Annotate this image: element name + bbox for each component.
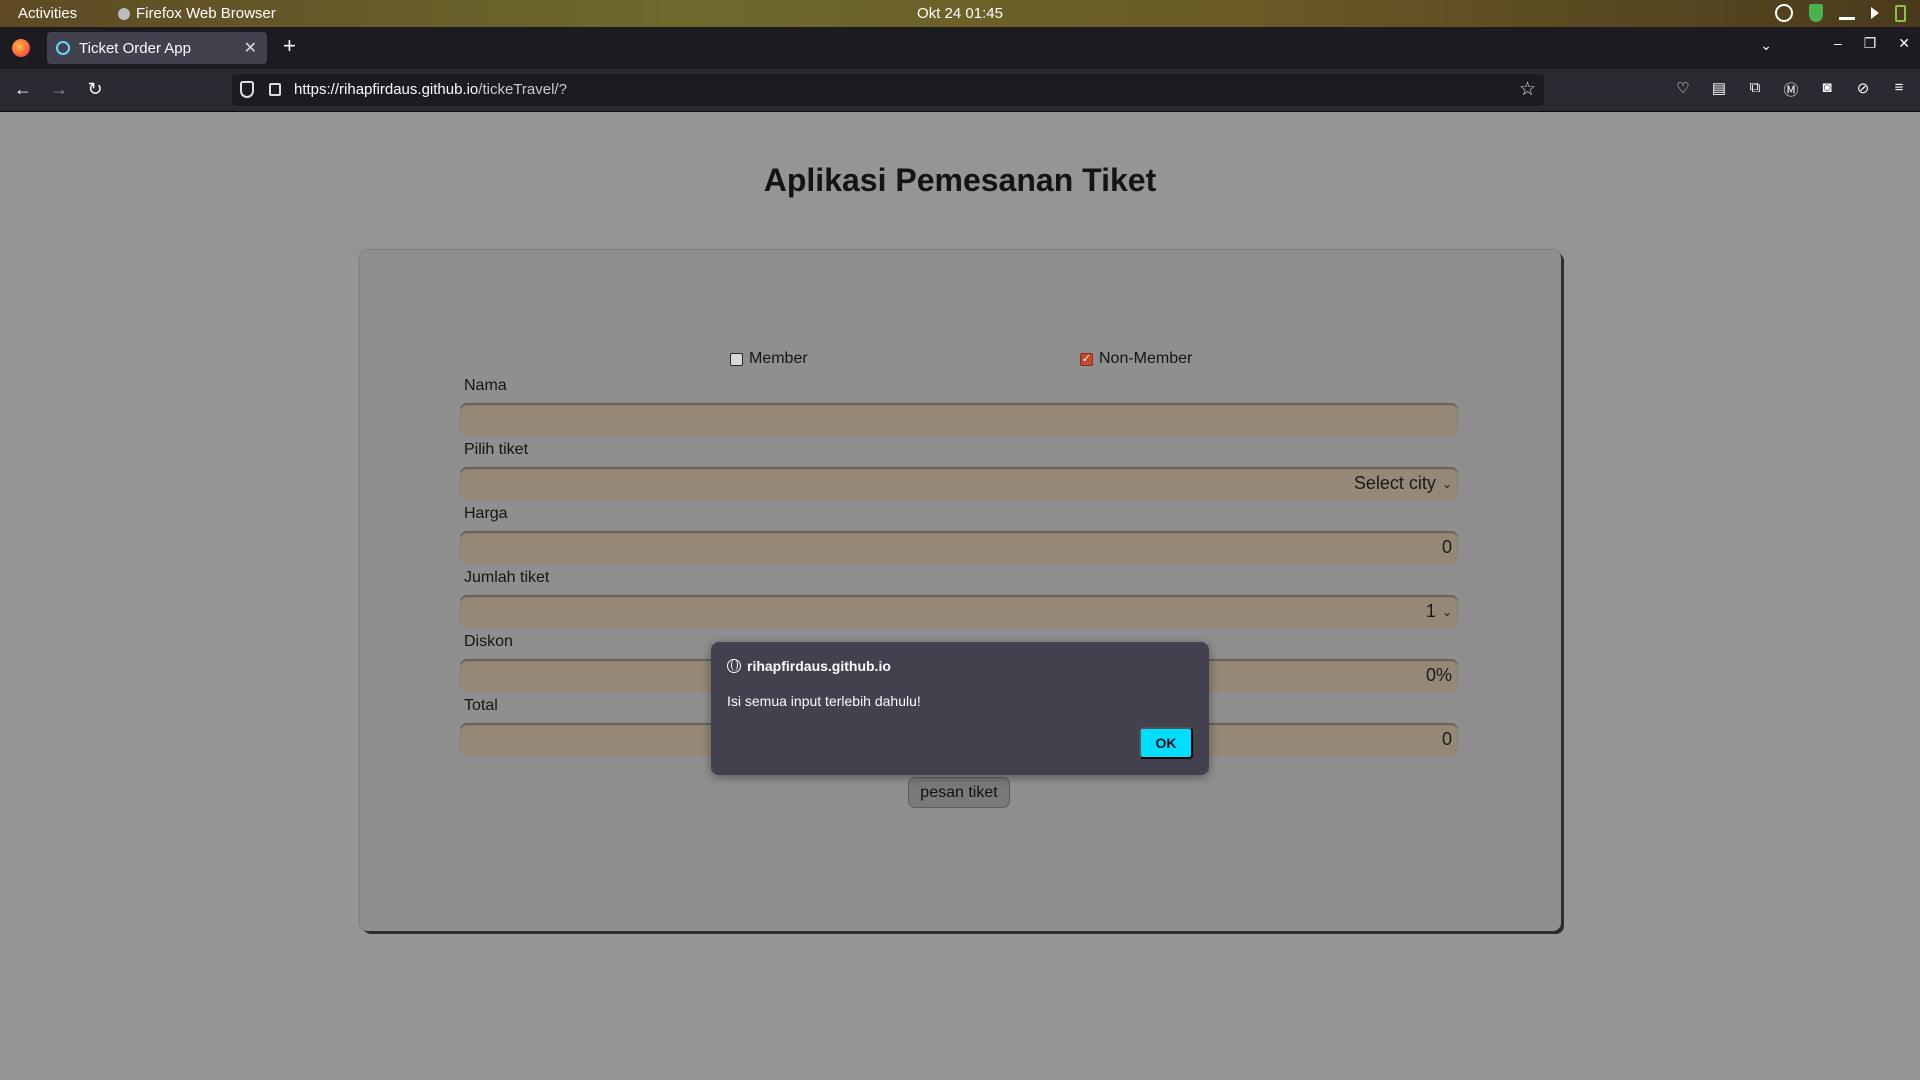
tab-ticket-order-app[interactable]: Ticket Order App ✕ xyxy=(47,32,267,64)
jumlah-tiket-value: 1 xyxy=(1425,601,1436,621)
chevron-down-icon: ⌄ xyxy=(1441,476,1452,491)
non-member-checkbox[interactable]: ✓ Non-Member xyxy=(1080,350,1192,368)
non-member-checkbox-label: Non-Member xyxy=(1099,350,1193,367)
alert-dialog: rihapfirdaus.github.io Isi semua input t… xyxy=(711,642,1209,775)
hamburger-menu-icon[interactable]: ≡ xyxy=(1890,79,1908,100)
shield-icon[interactable] xyxy=(1809,4,1823,22)
jumlah-tiket-select[interactable]: 1 ⌄ xyxy=(460,595,1458,628)
compass-extension-icon[interactable]: ⊘ xyxy=(1854,79,1872,100)
jumlah-tiket-label: Jumlah tiket xyxy=(464,569,550,586)
toolbar-icons: ♡ ▤ ⧉ Ⓜ ◙ ⊘ ≡ xyxy=(1674,79,1908,100)
app-menu[interactable]: Firefox Web Browser xyxy=(118,5,276,22)
volume-icon[interactable] xyxy=(1871,7,1879,19)
network-icon[interactable] xyxy=(1839,6,1855,20)
restore-icon[interactable]: ❐ xyxy=(1864,35,1877,52)
dialog-message: Isi semua input terlebih dahulu! xyxy=(727,693,921,709)
close-window-icon[interactable]: ✕ xyxy=(1898,35,1910,52)
dialog-origin: rihapfirdaus.github.io xyxy=(747,658,891,674)
pocket-icon[interactable]: ♡ xyxy=(1674,79,1692,100)
list-all-tabs-chevron-icon[interactable]: ⌄ xyxy=(1760,37,1772,54)
app-name: Firefox Web Browser xyxy=(136,5,276,22)
url-host: https://rihapfirdaus.github.io xyxy=(294,81,479,98)
m-extension-icon[interactable]: Ⓜ xyxy=(1782,79,1800,100)
dialog-header: rihapfirdaus.github.io xyxy=(727,658,891,674)
harga-field[interactable]: 0 xyxy=(460,531,1458,564)
tab-title: Ticket Order App xyxy=(79,39,191,57)
system-tray[interactable] xyxy=(1775,4,1906,22)
minimize-icon[interactable]: – xyxy=(1834,35,1842,52)
harga-label: Harga xyxy=(464,505,508,522)
clock[interactable]: Okt 24 01:45 xyxy=(0,5,1920,22)
diskon-label: Diskon xyxy=(464,633,513,650)
battery-icon[interactable] xyxy=(1895,4,1906,22)
navigation-toolbar: ← → ↻ https://rihapfirdaus.github.io/tic… xyxy=(0,69,1920,112)
url-text[interactable]: https://rihapfirdaus.github.io/tickeTrav… xyxy=(294,81,567,98)
nama-input[interactable] xyxy=(460,403,1458,436)
firefox-app-icon xyxy=(118,7,130,20)
non-member-checkbox-box[interactable]: ✓ xyxy=(1080,352,1093,366)
url-bar[interactable]: https://rihapfirdaus.github.io/tickeTrav… xyxy=(232,74,1544,106)
tracking-protection-shield-icon[interactable] xyxy=(240,81,254,98)
system-top-bar: Activities Firefox Web Browser Okt 24 01… xyxy=(0,0,1920,27)
forward-arrow-icon[interactable]: → xyxy=(48,79,70,99)
ok-button[interactable]: OK xyxy=(1139,727,1193,759)
pilih-tiket-select[interactable]: Select city ⌄ xyxy=(460,467,1458,500)
pilih-tiket-label: Pilih tiket xyxy=(464,441,529,458)
react-favicon-icon xyxy=(56,41,70,55)
page-title: Aplikasi Pemesanan Tiket xyxy=(763,162,1157,198)
order-form-card: Member ✓ Non-Member Nama Pilih tiket Sel… xyxy=(360,250,1561,931)
url-path: /tickeTravel/? xyxy=(478,81,567,98)
pesan-tiket-button[interactable]: pesan tiket xyxy=(908,777,1010,808)
close-tab-icon[interactable]: ✕ xyxy=(244,38,257,58)
page-viewport: Aplikasi Pemesanan Tiket Member ✓ Non-Me… xyxy=(0,112,1920,1080)
back-arrow-icon[interactable]: ← xyxy=(12,79,34,99)
new-tab-button[interactable]: + xyxy=(283,35,296,57)
member-checkbox-box[interactable] xyxy=(730,352,743,366)
chevron-down-icon: ⌄ xyxy=(1441,604,1452,619)
nama-label: Nama xyxy=(464,377,507,394)
activities-button[interactable]: Activities xyxy=(18,5,77,22)
lock-icon[interactable] xyxy=(269,83,281,96)
member-checkbox-label: Member xyxy=(749,350,808,367)
browser-tab-strip: Ticket Order App ✕ + ⌄ – ❐ ✕ xyxy=(0,27,1920,69)
pilih-tiket-value: Select city xyxy=(1353,473,1436,493)
bookmark-star-icon[interactable]: ☆ xyxy=(1519,78,1536,101)
extensions-icon[interactable]: ⧉ xyxy=(1746,79,1764,100)
reload-icon[interactable]: ↻ xyxy=(84,79,106,99)
app-indicator-icon[interactable] xyxy=(1775,4,1793,22)
member-checkbox[interactable]: Member xyxy=(730,350,808,368)
reader-view-icon[interactable]: ▤ xyxy=(1710,79,1728,100)
dark-reader-extension-icon[interactable]: ◙ xyxy=(1818,79,1836,100)
total-label: Total xyxy=(464,697,498,714)
globe-icon xyxy=(727,659,741,673)
window-controls: – ❐ ✕ xyxy=(1834,35,1910,52)
firefox-logo-icon xyxy=(12,39,30,57)
